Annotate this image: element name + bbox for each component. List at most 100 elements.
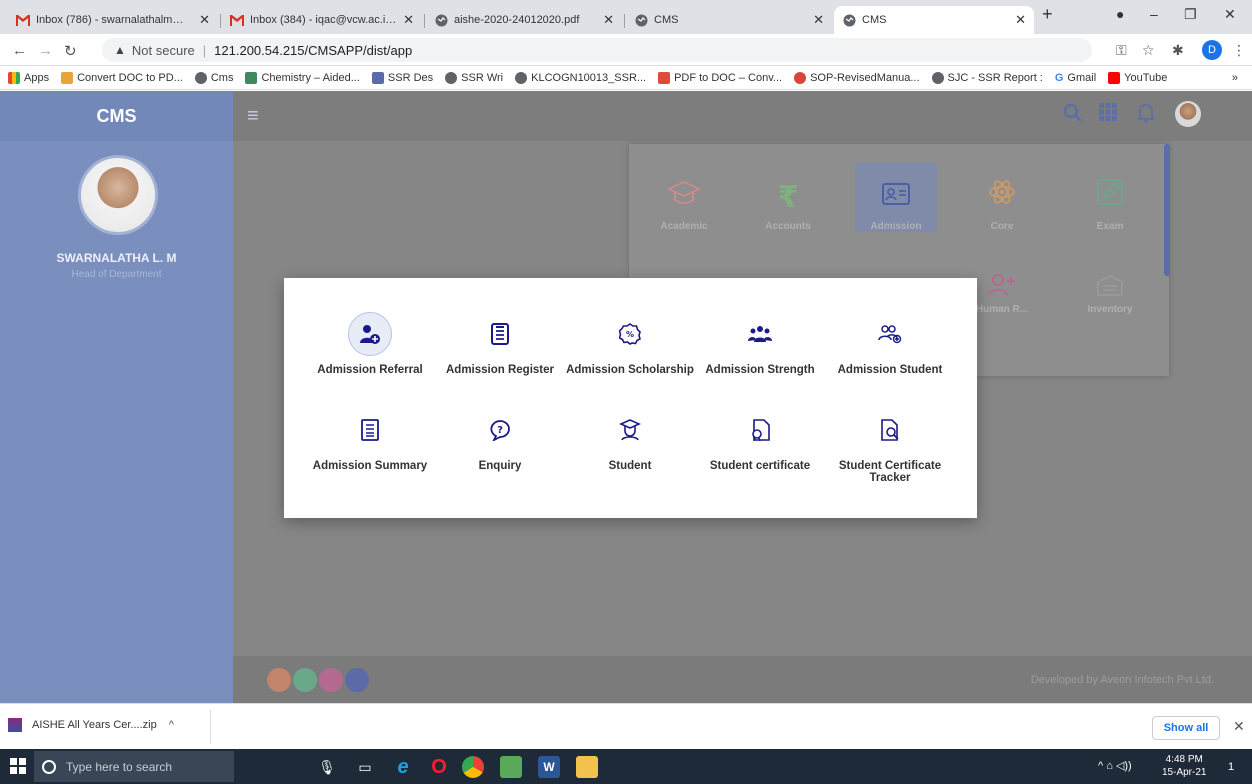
module-grid-scrollbar[interactable] <box>1164 144 1170 276</box>
submenu-student-certificate-tracker[interactable]: Student Certificate Tracker <box>820 408 960 484</box>
browser-tab[interactable]: Inbox (384) - iqac@vcw.ac.in - V ✕ <box>222 6 422 34</box>
forward-icon[interactable]: → <box>38 42 53 59</box>
enquiry-icon: ? <box>478 408 522 452</box>
add-user-icon <box>988 274 1016 302</box>
bookmark-item[interactable]: PDF to DOC – Conv... <box>658 71 782 84</box>
taskbar-clock[interactable]: 4:48 PM 15-Apr-21 <box>1162 753 1206 779</box>
system-tray-icons[interactable]: ^ ⌂ ◁)) <box>1098 759 1132 772</box>
bookmark-item[interactable]: KLCOGN10013_SSR... <box>515 71 646 84</box>
submenu-admission-summary[interactable]: Admission Summary <box>300 408 440 472</box>
record-icon[interactable]: ● <box>1116 6 1124 22</box>
register-icon <box>478 312 522 356</box>
divider <box>210 710 211 744</box>
close-tab-icon[interactable]: ✕ <box>813 12 824 28</box>
winrar-archive-icon <box>8 718 22 732</box>
microphone-icon[interactable]: 🎙 <box>316 756 338 778</box>
apps-grid-icon[interactable] <box>1099 103 1117 126</box>
submenu-admission-scholarship[interactable]: % Admission Scholarship <box>560 312 700 376</box>
browser-profile-avatar[interactable]: D <box>1202 40 1222 60</box>
module-core[interactable]: Core <box>961 162 1043 232</box>
warning-icon: ▲ <box>114 43 126 57</box>
bookmark-apps[interactable]: Apps <box>8 71 49 84</box>
close-window-icon[interactable]: ✕ <box>1224 6 1236 23</box>
close-tab-icon[interactable]: ✕ <box>199 12 210 28</box>
bookmark-gmail[interactable]: G Gmail <box>1055 72 1096 84</box>
submenu-admission-register[interactable]: Admission Register <box>430 312 570 376</box>
key-icon[interactable]: ⚿ <box>1116 42 1127 59</box>
tab-separator <box>624 14 625 28</box>
submenu-admission-referral[interactable]: Admission Referral <box>300 312 440 376</box>
extensions-icon[interactable]: ✱ <box>1172 42 1184 59</box>
omnibox[interactable]: ▲ Not secure | 121.200.54.215/CMSAPP/dis… <box>102 38 1092 62</box>
browser-tab[interactable]: CMS ✕ <box>626 6 832 34</box>
bookmark-item[interactable]: SOP-RevisedManua... <box>794 71 920 84</box>
gmail-icon <box>230 13 244 27</box>
more-bookmarks-icon[interactable]: » <box>1232 72 1238 84</box>
browser-tab[interactable]: aishe-2020-24012020.pdf ✕ <box>426 6 622 34</box>
star-icon[interactable]: ☆ <box>1142 42 1155 59</box>
opera-browser-icon[interactable]: O <box>428 756 450 778</box>
star-icon[interactable] <box>345 668 369 692</box>
task-view-icon[interactable]: ▭ <box>354 756 376 778</box>
windows-start-icon[interactable] <box>10 758 26 774</box>
bookmark-item[interactable]: Chemistry – Aided... <box>245 71 360 84</box>
user-avatar[interactable] <box>1175 101 1201 127</box>
module-exam[interactable]: Exam <box>1069 162 1151 232</box>
restore-icon[interactable]: ❐ <box>1184 6 1197 23</box>
show-all-button[interactable]: Show all <box>1152 716 1220 740</box>
tab-separator <box>220 14 221 28</box>
search-icon[interactable] <box>1063 103 1083 128</box>
bookmark-item[interactable]: SJC - SSR Report : <box>931 71 1043 84</box>
download-item[interactable]: AISHE All Years Cer....zip ^ <box>8 718 174 732</box>
submenu-admission-strength[interactable]: Admission Strength <box>690 312 830 376</box>
bookmark-item[interactable]: Cms <box>194 71 233 84</box>
chevron-up-icon[interactable]: ^ <box>169 719 174 731</box>
convert-icon <box>61 71 74 84</box>
word-icon[interactable]: W <box>538 756 560 778</box>
profile-avatar[interactable] <box>78 155 158 235</box>
user-role: Head of Department <box>71 269 162 280</box>
google-icon: G <box>1054 71 1064 84</box>
hourglass-icon[interactable] <box>267 668 291 692</box>
brand-logo[interactable]: CMS <box>0 91 233 141</box>
hamburger-menu-icon[interactable]: ≡ <box>247 105 259 128</box>
close-tab-icon[interactable]: ✕ <box>603 12 614 28</box>
browser-tab-bar: Inbox (786) - swarnalathalm@gm ✕ Inbox (… <box>0 0 1252 34</box>
bookmark-item[interactable]: SSR Wri <box>445 71 503 84</box>
back-icon[interactable]: ← <box>12 42 27 59</box>
bookmark-item[interactable]: Convert DOC to PD... <box>61 71 183 84</box>
image-viewer-icon[interactable] <box>500 756 522 778</box>
reload-icon[interactable]: ↻ <box>64 42 77 60</box>
module-inventory[interactable]: Inventory <box>1069 256 1151 322</box>
warehouse-icon <box>1096 274 1124 302</box>
minimize-icon[interactable]: – <box>1150 6 1158 22</box>
submenu-student[interactable]: Student <box>560 408 700 472</box>
cortana-circle-icon <box>42 759 56 774</box>
module-academic[interactable]: Academic <box>643 162 725 232</box>
submenu-admission-student[interactable]: Admission Student <box>820 312 960 376</box>
bookmark-youtube[interactable]: YouTube <box>1108 71 1167 84</box>
submenu-enquiry[interactable]: ? Enquiry <box>430 408 570 472</box>
help-icon[interactable] <box>319 668 343 692</box>
submenu-student-certificate[interactable]: Student certificate <box>690 408 830 472</box>
module-admission[interactable]: Admission <box>855 162 937 232</box>
menu-dots-icon[interactable]: ⋮ <box>1232 42 1246 59</box>
close-tab-icon[interactable]: ✕ <box>1015 12 1026 28</box>
globe-icon <box>842 13 856 27</box>
file-explorer-icon[interactable] <box>576 756 598 778</box>
notification-center-icon[interactable]: 1 <box>1220 756 1242 778</box>
close-tab-icon[interactable]: ✕ <box>403 12 414 28</box>
browser-tab-active[interactable]: CMS ✕ <box>834 6 1034 34</box>
chrome-browser-icon[interactable] <box>462 756 484 778</box>
referral-icon <box>348 312 392 356</box>
module-accounts[interactable]: ₹ Accounts <box>747 162 829 232</box>
bookmark-item[interactable]: SSR Des <box>371 71 433 84</box>
edge-browser-icon[interactable]: e <box>392 756 414 778</box>
phone-icon[interactable] <box>293 668 317 692</box>
new-tab-icon[interactable]: + <box>1042 4 1053 25</box>
close-download-bar-icon[interactable]: ✕ <box>1233 718 1245 735</box>
taskbar-search-box[interactable]: Type here to search <box>34 751 234 782</box>
bell-icon[interactable] <box>1135 103 1157 128</box>
browser-tab[interactable]: Inbox (786) - swarnalathalm@gm ✕ <box>8 6 218 34</box>
globe-icon <box>931 71 944 84</box>
